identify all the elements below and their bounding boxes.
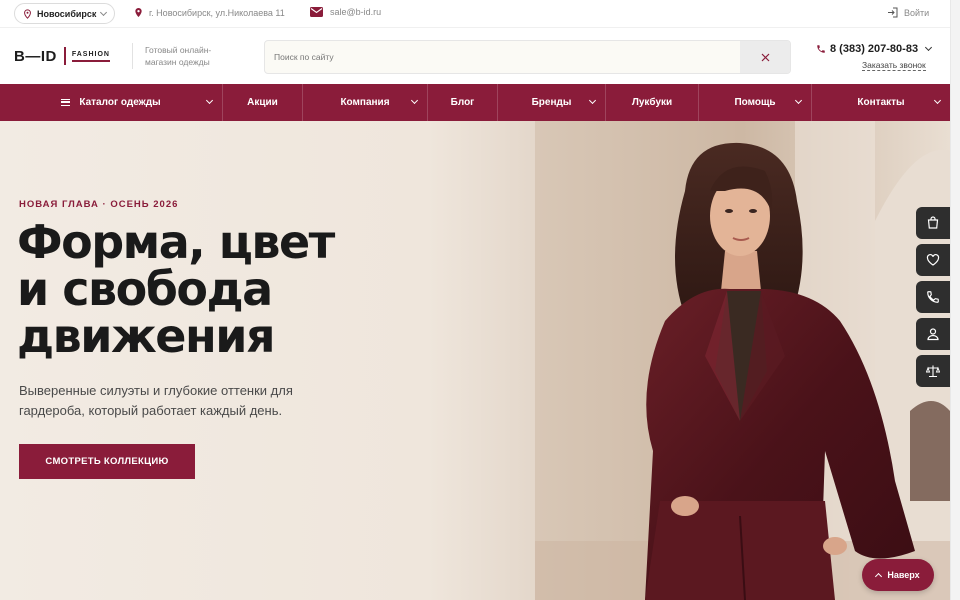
scrollbar[interactable] (950, 0, 960, 600)
location-pin-icon (24, 8, 31, 19)
logo-main: B—ID (14, 47, 57, 65)
search-clear-button[interactable] (740, 41, 790, 73)
nav-item-catalog[interactable]: Каталог одежды (0, 84, 222, 121)
view-collection-button[interactable]: СМОТРЕТЬ КОЛЛЕКЦИЮ (19, 444, 195, 479)
address: г. Новосибирск, ул.Николаева 11 (134, 7, 285, 18)
nav-item-company[interactable]: Компания (302, 84, 427, 121)
nav-item-sales[interactable]: Акции (222, 84, 302, 121)
headline-line-2: и свобода (17, 262, 273, 316)
nav-item-label: Бренды (531, 97, 572, 108)
cart-button[interactable] (916, 207, 950, 239)
back-to-top-label: Наверх (887, 570, 920, 580)
phone-number[interactable]: 8 (383) 207-80-83 (816, 43, 933, 55)
account-button[interactable] (916, 318, 950, 350)
email-text: sale@b-id.ru (330, 7, 382, 17)
nav-item-label: Помощь (734, 97, 776, 108)
hero-subtext: Выверенные силуэты и глубокие оттенки дл… (19, 383, 293, 418)
email-link[interactable]: sale@b-id.ru (310, 7, 381, 17)
search-box (264, 40, 791, 74)
divider (132, 43, 133, 69)
city-label: Новосибирск (37, 8, 97, 19)
chevron-down-icon (794, 96, 803, 105)
phone-icon (927, 291, 939, 303)
nav-item-help[interactable]: Помощь (698, 84, 811, 121)
favorites-button[interactable] (916, 244, 950, 276)
nav-item-blog[interactable]: Блог (427, 84, 497, 121)
heart-icon (926, 253, 940, 266)
cart-icon (927, 216, 939, 229)
search-input[interactable] (265, 41, 741, 73)
mail-icon (310, 7, 323, 17)
chevron-down-icon (410, 96, 419, 105)
chevron-down-icon (205, 96, 214, 105)
chevron-down-icon[interactable] (925, 43, 933, 52)
hero-eyebrow: НОВАЯ ГЛАВА · ОСЕНЬ 2026 (19, 199, 179, 210)
compare-icon (926, 365, 940, 378)
top-bar: Новосибирск г. Новосибирск, ул.Николаева… (0, 0, 960, 27)
nav-item-lookbooks[interactable]: Лукбуки (605, 84, 698, 121)
site-header: B—ID FASHION Готовый онлайн-магазин одеж… (0, 27, 960, 84)
chevron-up-icon (875, 572, 883, 581)
close-icon (761, 53, 769, 61)
login-label: Войти (904, 7, 930, 18)
address-text: г. Новосибирск, ул.Николаева 11 (149, 7, 285, 18)
nav-item-label: Контакты (857, 97, 905, 108)
login-icon (888, 7, 898, 18)
nav-item-label: Компания (340, 97, 390, 108)
nav-item-label: Блог (450, 97, 475, 108)
logo[interactable]: B—ID FASHION (14, 47, 110, 65)
nav-item-label: Лукбуки (631, 97, 673, 108)
city-selector[interactable]: Новосибирск (14, 3, 116, 24)
logo-sub: FASHION (71, 51, 110, 62)
logo-divider (63, 47, 66, 65)
location-pin-icon (135, 8, 142, 17)
chevron-down-icon (100, 8, 108, 16)
main-nav: Каталог одежды Акции Компания Блог Бренд… (0, 84, 950, 121)
hero-model-image (535, 121, 950, 600)
headline-line-1: Форма, цвет (17, 215, 335, 269)
menu-icon (61, 99, 71, 106)
hero-headline: Форма, цвет и свобода движения (17, 219, 437, 360)
nav-item-brands[interactable]: Бренды (497, 84, 605, 121)
user-icon (927, 328, 939, 341)
nav-item-label: Каталог одежды (79, 97, 161, 108)
phone-icon (817, 45, 825, 53)
compare-button[interactable] (916, 355, 950, 387)
back-to-top-button[interactable]: Наверх (862, 559, 934, 591)
chevron-down-icon (588, 96, 597, 105)
callback-link[interactable]: Заказать звонок (862, 60, 926, 71)
hero-banner: НОВАЯ ГЛАВА · ОСЕНЬ 2026 Форма, цвет и с… (0, 121, 950, 600)
phone-text: 8 (383) 207-80-83 (830, 43, 919, 55)
nav-item-contacts[interactable]: Контакты (811, 84, 950, 121)
chevron-down-icon (933, 96, 942, 105)
headline-line-3: движения (17, 309, 276, 363)
login-link[interactable]: Войти (887, 7, 929, 18)
quick-actions-rail (916, 207, 950, 387)
nav-item-label: Акции (247, 97, 278, 108)
call-button[interactable] (916, 281, 950, 313)
tagline: Готовый онлайн-магазин одежды (145, 45, 212, 67)
